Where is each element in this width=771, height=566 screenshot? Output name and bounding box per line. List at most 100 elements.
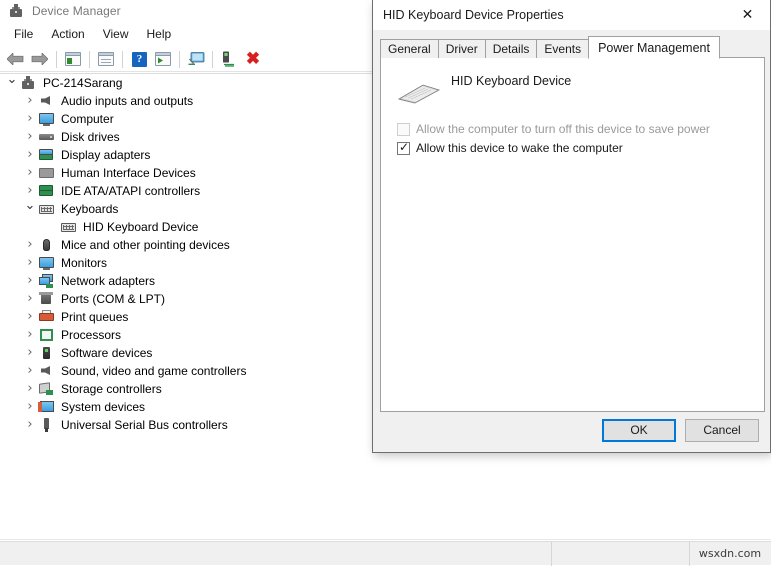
processor-icon [38,327,56,343]
properties-icon[interactable] [62,48,84,70]
chevron-right-icon[interactable] [22,146,38,165]
checkbox-box[interactable] [397,122,410,136]
chevron-right-icon[interactable] [22,254,38,273]
chevron-right-icon[interactable] [22,110,38,129]
printer-icon [38,309,56,325]
tree-item-label: Print queues [61,310,129,324]
status-bar: wsxdn.com [0,539,771,566]
ok-button[interactable]: OK [602,418,676,442]
toolbar-separator-1 [56,50,57,68]
tree-item-label: Keyboards [61,202,119,216]
chevron-right-icon[interactable] [22,308,38,327]
update-driver-icon[interactable] [152,48,174,70]
tree-item-label: Display adapters [61,148,151,162]
dialog-tab-strip: General Driver Details Events Power Mana… [380,36,765,59]
dialog-title: HID Keyboard Device Properties [383,8,564,22]
hid-icon [38,165,56,181]
back-arrow-icon[interactable] [5,48,27,70]
tree-item-label: IDE ATA/ATAPI controllers [61,184,201,198]
speaker-icon [38,93,56,109]
checkbox-box[interactable]: ✓ [397,140,410,155]
dialog-title-bar: HID Keyboard Device Properties ✕ [373,0,770,30]
monitor-scan-glyph [188,52,205,65]
tree-item-label: Mice and other pointing devices [61,238,230,252]
device-manager-window: Device Manager File Action View Help ? ✖… [0,0,771,566]
tree-item-label: HID Keyboard Device [83,220,199,234]
checkbox-label: Allow this device to wake the computer [416,141,623,155]
tree-item-label: Audio inputs and outputs [61,94,194,108]
chevron-right-icon[interactable] [22,344,38,363]
checkbox-allow-device-to-wake-computer[interactable]: ✓ Allow this device to wake the computer [397,140,623,155]
checkbox-allow-turn-off-to-save-power[interactable]: Allow the computer to turn off this devi… [397,122,710,136]
check-glyph [399,122,410,135]
chevron-right-icon[interactable] [22,164,38,183]
watermark: wsxdn.com [698,547,762,560]
tab-events[interactable]: Events [536,39,590,58]
show-details-icon[interactable] [95,48,117,70]
chevron-right-icon[interactable] [22,326,38,345]
tree-item-label: Ports (COM & LPT) [61,292,166,306]
tree-item-label: Storage controllers [61,382,162,396]
usb-icon [38,417,56,433]
device-header: HID Keyboard Device [391,70,751,110]
uninstall-device-icon[interactable]: ✖ [242,48,264,70]
chevron-down-icon[interactable] [22,200,38,219]
tree-item-label: Universal Serial Bus controllers [61,418,228,432]
display-adapter-icon [38,147,56,163]
red-x-glyph: ✖ [245,49,261,68]
tree-item-label: Human Interface Devices [61,166,196,180]
scan-hardware-changes-icon[interactable] [185,48,207,70]
close-icon[interactable]: ✕ [725,1,770,30]
tab-driver[interactable]: Driver [437,39,486,58]
disk-drive-icon [38,129,56,145]
tab-power-management[interactable]: Power Management [588,36,720,59]
device-manager-icon [8,3,24,19]
close-glyph: ✕ [741,7,754,23]
mouse-icon [38,237,56,253]
tree-item-label: System devices [61,400,146,414]
power-management-tab-panel: HID Keyboard Device Allow the computer t… [380,57,765,412]
system-device-icon [38,399,56,415]
chevron-right-icon[interactable] [22,362,38,381]
chevron-right-icon[interactable] [22,416,38,435]
keyboard-icon [38,201,56,217]
chevron-right-icon[interactable] [22,290,38,309]
play-glyph [158,57,163,64]
help-icon[interactable]: ? [128,48,150,70]
checkbox-label: Allow the computer to turn off this devi… [416,122,710,136]
menu-item-action[interactable]: Action [42,24,93,44]
forward-arrow-glyph [31,53,48,65]
forward-arrow-icon[interactable] [29,48,51,70]
tab-details[interactable]: Details [484,39,538,58]
chevron-right-icon[interactable] [22,398,38,417]
port-icon [38,291,56,307]
chevron-right-icon[interactable] [22,92,38,111]
enable-device-icon[interactable] [218,48,240,70]
keyboard-3d-icon [397,84,441,104]
chevron-right-icon[interactable] [22,236,38,255]
chevron-right-icon[interactable] [22,128,38,147]
tree-item-label: Network adapters [61,274,156,288]
menu-item-view[interactable]: View [94,24,138,44]
tab-general[interactable]: General [380,39,439,58]
storage-controller-icon [38,381,56,397]
help-glyph: ? [132,52,147,67]
menu-item-help[interactable]: Help [138,24,181,44]
toolbar-separator-5 [212,50,213,68]
tree-item-label: Sound, video and game controllers [61,364,247,378]
software-device-icon [38,345,56,361]
menu-item-file[interactable]: File [5,24,42,44]
chevron-right-icon[interactable] [22,272,38,291]
ide-controller-icon [38,183,56,199]
status-cell-secondary [552,541,690,566]
computer-root-icon [20,75,38,91]
monitor-icon [38,111,56,127]
tree-item-label: Computer [61,112,114,126]
monitor-icon [38,255,56,271]
tree-item-label: Monitors [61,256,108,270]
chevron-right-icon[interactable] [22,380,38,399]
tree-item-label: Disk drives [61,130,120,144]
chevron-down-icon[interactable] [4,74,20,93]
keyboard-icon [60,219,78,235]
cancel-button[interactable]: Cancel [685,418,759,442]
